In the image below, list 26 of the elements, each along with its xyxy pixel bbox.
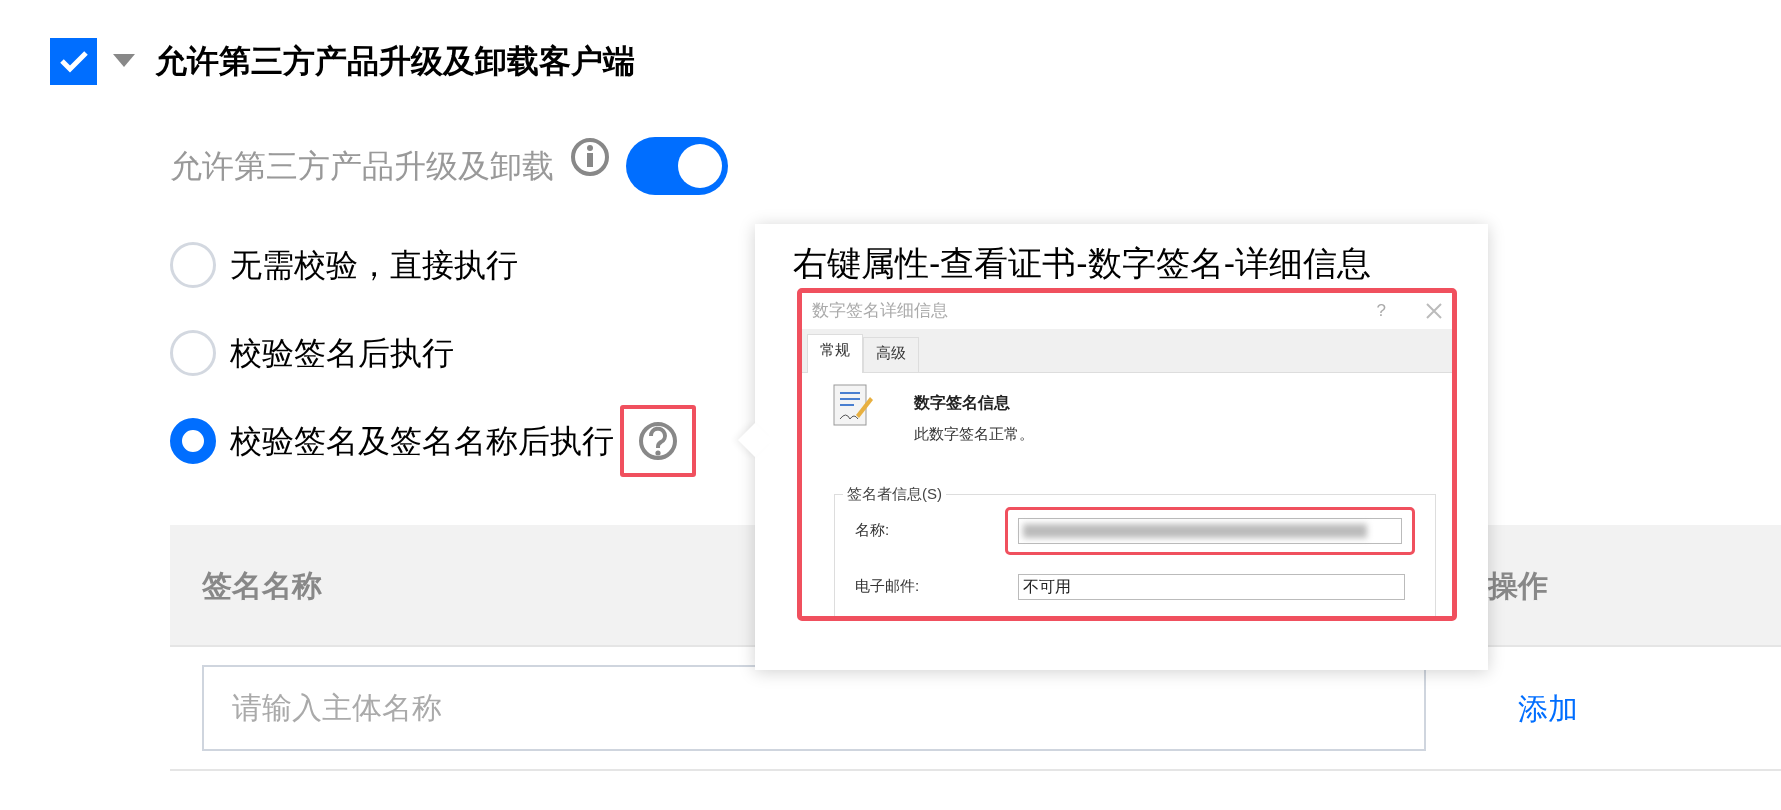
info-icon[interactable]	[570, 137, 610, 177]
help-icon[interactable]	[638, 421, 678, 461]
field-label: 名称:	[855, 520, 891, 541]
option-label[interactable]: 校验签名及签名名称后执行	[230, 417, 614, 465]
option-label[interactable]: 校验签名后执行	[230, 329, 454, 377]
column-header: 签名名称	[202, 568, 322, 602]
dialog-heading: 数字签名信息	[914, 393, 1011, 413]
dialog-tab[interactable]: 高级	[863, 336, 919, 372]
dialog-tab[interactable]: 常规	[807, 333, 863, 373]
popover-title: 右键属性-查看证书-数字签名-详细信息	[793, 243, 1372, 284]
checkbox[interactable]	[50, 37, 97, 85]
dialog-title: 数字签名详细信息	[812, 300, 948, 323]
dialog-status: 此数字签名正常。	[914, 424, 1034, 444]
document-icon	[832, 383, 874, 427]
column-header: 操作	[1488, 568, 1548, 602]
caret-icon[interactable]	[113, 54, 135, 68]
add-link[interactable]: 添加	[1518, 685, 1578, 731]
option-label[interactable]: 无需校验，直接执行	[230, 241, 518, 289]
toggle-label: 允许第三方产品升级及卸载	[170, 147, 554, 186]
toggle-switch[interactable]	[626, 137, 728, 195]
close-icon[interactable]	[1426, 303, 1442, 319]
check-icon	[58, 49, 89, 73]
radio-button[interactable]	[170, 418, 216, 464]
section-title: 允许第三方产品升级及卸载客户端	[155, 42, 635, 81]
name-input[interactable]: 请输入主体名称	[202, 665, 1426, 751]
field-label: 电子邮件:	[855, 576, 921, 597]
